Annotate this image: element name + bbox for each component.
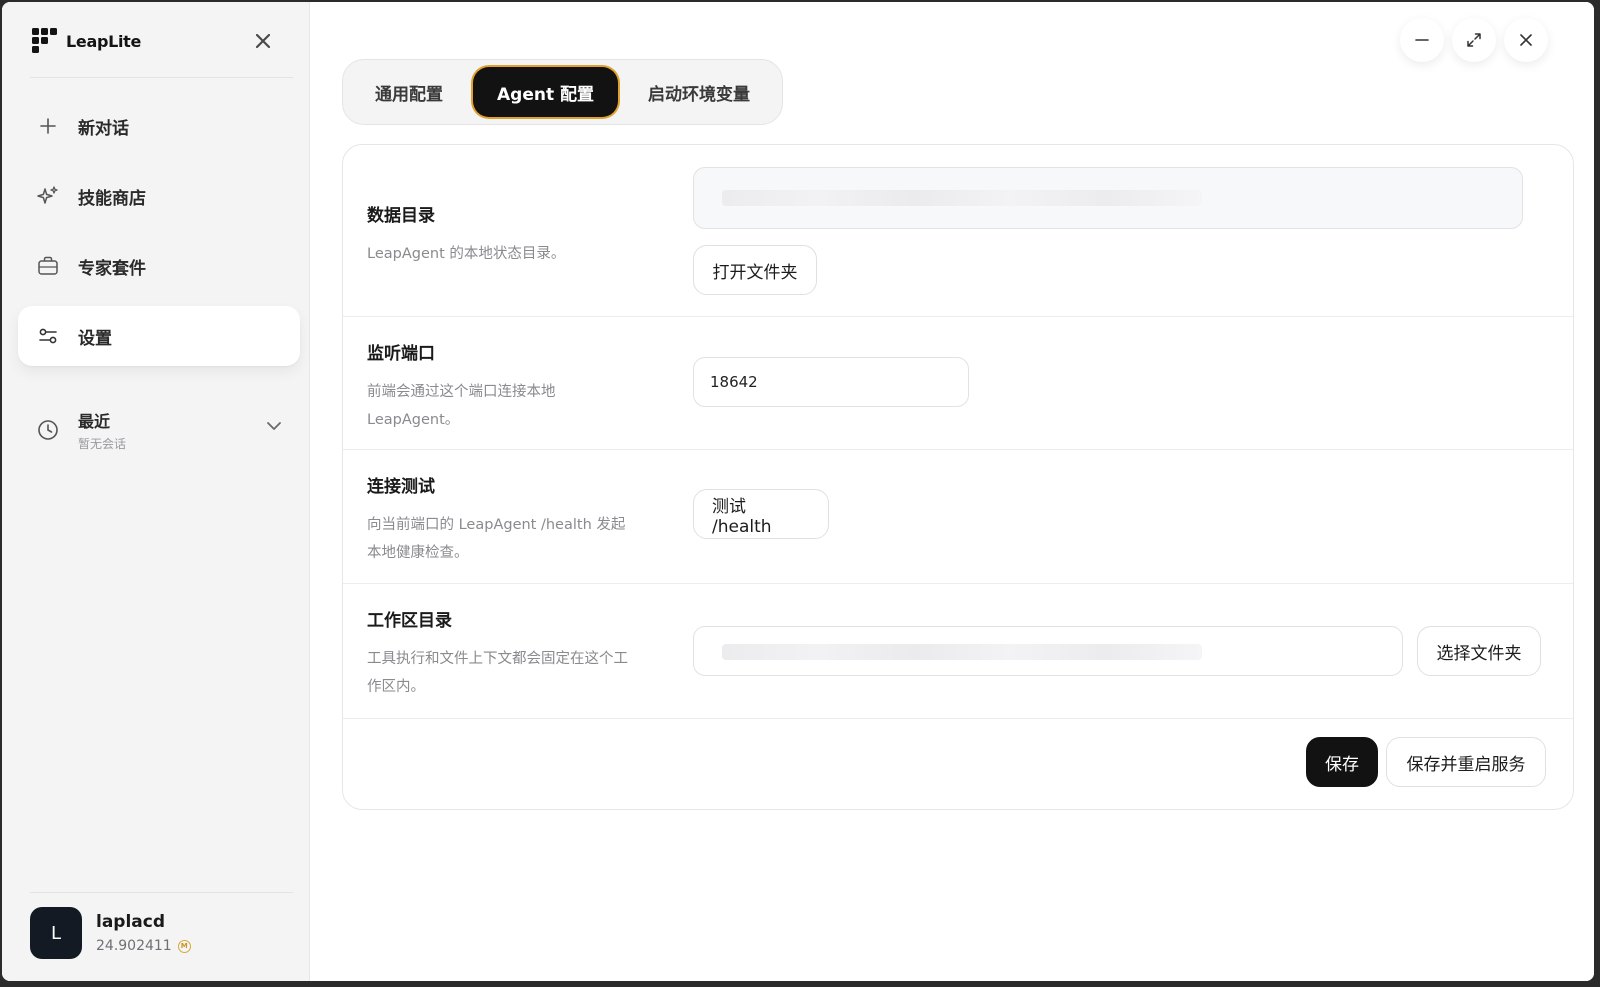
save-button[interactable]: 保存 bbox=[1306, 737, 1378, 787]
sidebar-item-label: 技能商店 bbox=[78, 188, 146, 209]
setting-row-port: 监听端口 前端会通过这个端口连接本地 LeapAgent。 18642 bbox=[343, 317, 1573, 450]
minimize-icon bbox=[1415, 39, 1429, 41]
user-balance: 24.902411 bbox=[96, 938, 172, 954]
setting-row-data-dir: 数据目录 LeapAgent 的本地状态目录。 打开文件夹 bbox=[343, 145, 1573, 317]
sparkle-icon bbox=[36, 184, 60, 208]
tab-agent-config[interactable]: Agent 配置 bbox=[473, 67, 619, 117]
sidebar-divider bbox=[30, 77, 293, 78]
setting-description-line: 向当前端口的 LeapAgent /health 发起 bbox=[367, 517, 626, 533]
setting-description: 工具执行和文件上下文都会固定在这个工 作区内。 bbox=[367, 645, 667, 701]
setting-title: 监听端口 bbox=[367, 344, 435, 364]
setting-description: 前端会通过这个端口连接本地 LeapAgent。 bbox=[367, 378, 667, 434]
recent-sessions-toggle[interactable]: 最近 暂无会话 bbox=[18, 402, 300, 458]
recent-title: 最近 bbox=[78, 412, 111, 431]
setting-title: 工作区目录 bbox=[367, 611, 452, 631]
clock-icon bbox=[36, 418, 60, 442]
settings-tabs: 通用配置 Agent 配置 启动环境变量 bbox=[342, 59, 784, 125]
setting-description: LeapAgent 的本地状态目录。 bbox=[367, 246, 566, 262]
setting-row-connection-test: 连接测试 向当前端口的 LeapAgent /health 发起 本地健康检查。… bbox=[343, 450, 1573, 584]
app-name: LeapLite bbox=[66, 31, 142, 51]
minimize-button[interactable] bbox=[1400, 18, 1444, 62]
chevron-down-icon bbox=[266, 418, 282, 438]
setting-description-line: 工具执行和文件上下文都会固定在这个工 bbox=[367, 651, 628, 667]
sidebar-divider bbox=[30, 892, 293, 893]
sidebar-item-new-chat[interactable]: 新对话 bbox=[18, 96, 300, 156]
user-name: laplacd bbox=[96, 912, 166, 932]
user-profile[interactable]: L laplacd 24.902411 M bbox=[30, 907, 191, 959]
setting-description-line: 前端会通过这个端口连接本地 bbox=[367, 384, 556, 400]
test-health-button[interactable]: 测试 /health bbox=[693, 489, 829, 539]
data-dir-value bbox=[722, 190, 1202, 206]
coin-icon: M bbox=[177, 939, 191, 953]
sidebar-item-label: 设置 bbox=[78, 328, 112, 349]
setting-description-line: 本地健康检查。 bbox=[367, 545, 469, 561]
app-logo-icon bbox=[32, 28, 58, 54]
setting-title: 数据目录 bbox=[367, 206, 435, 226]
tab-general-config[interactable]: 通用配置 bbox=[351, 67, 467, 117]
avatar: L bbox=[30, 907, 82, 959]
main-content: 通用配置 Agent 配置 启动环境变量 数据目录 LeapAgent 的本地状… bbox=[310, 2, 1594, 981]
setting-row-workspace: 工作区目录 工具执行和文件上下文都会固定在这个工 作区内。 选择文件夹 bbox=[343, 584, 1573, 719]
setting-title: 连接测试 bbox=[367, 477, 435, 497]
data-dir-field[interactable] bbox=[693, 167, 1523, 229]
setting-description-line: LeapAgent。 bbox=[367, 412, 460, 428]
window-close-button[interactable] bbox=[1504, 18, 1548, 62]
recent-text: 最近 暂无会话 bbox=[78, 408, 126, 452]
sidebar: LeapLite 新对话 技能商店 专家套件 设置 最近 暂无会话 L lapl… bbox=[2, 2, 310, 981]
maximize-button[interactable] bbox=[1452, 18, 1496, 62]
port-input[interactable]: 18642 bbox=[693, 357, 969, 407]
app-window: LeapLite 新对话 技能商店 专家套件 设置 最近 暂无会话 L lapl… bbox=[2, 2, 1594, 981]
sidebar-item-settings[interactable]: 设置 bbox=[18, 306, 300, 366]
briefcase-icon bbox=[36, 254, 60, 278]
sidebar-item-label: 新对话 bbox=[78, 118, 129, 139]
plus-icon bbox=[36, 114, 60, 138]
setting-description-line: 作区内。 bbox=[367, 679, 425, 695]
setting-label: 连接测试 向当前端口的 LeapAgent /health 发起 本地健康检查。 bbox=[367, 472, 667, 567]
agent-settings-card: 数据目录 LeapAgent 的本地状态目录。 打开文件夹 监听端口 前端会通过… bbox=[342, 144, 1574, 810]
recent-empty-hint: 暂无会话 bbox=[78, 437, 127, 451]
sidebar-close-button[interactable] bbox=[250, 28, 276, 54]
user-info: laplacd 24.902411 M bbox=[96, 912, 191, 954]
workspace-dir-field[interactable] bbox=[693, 626, 1403, 676]
expand-icon bbox=[1467, 33, 1481, 47]
sidebar-item-expert-kit[interactable]: 专家套件 bbox=[18, 236, 300, 296]
user-balance-row: 24.902411 M bbox=[96, 938, 191, 954]
sidebar-item-skill-store[interactable]: 技能商店 bbox=[18, 166, 300, 226]
setting-label: 监听端口 前端会通过这个端口连接本地 LeapAgent。 bbox=[367, 339, 667, 434]
setting-description: 向当前端口的 LeapAgent /health 发起 本地健康检查。 bbox=[367, 511, 667, 567]
tab-startup-env-vars[interactable]: 启动环境变量 bbox=[624, 67, 774, 117]
close-icon bbox=[255, 33, 271, 49]
setting-label: 数据目录 LeapAgent 的本地状态目录。 bbox=[367, 201, 667, 268]
brand: LeapLite bbox=[32, 26, 141, 56]
close-icon bbox=[1520, 34, 1532, 46]
workspace-dir-value bbox=[722, 644, 1202, 660]
sidebar-item-label: 专家套件 bbox=[78, 258, 146, 279]
save-and-restart-button[interactable]: 保存并重启服务 bbox=[1386, 737, 1546, 787]
sliders-icon bbox=[36, 324, 60, 348]
open-folder-button[interactable]: 打开文件夹 bbox=[693, 245, 817, 295]
select-folder-button[interactable]: 选择文件夹 bbox=[1417, 626, 1541, 676]
setting-label: 工作区目录 工具执行和文件上下文都会固定在这个工 作区内。 bbox=[367, 606, 667, 701]
